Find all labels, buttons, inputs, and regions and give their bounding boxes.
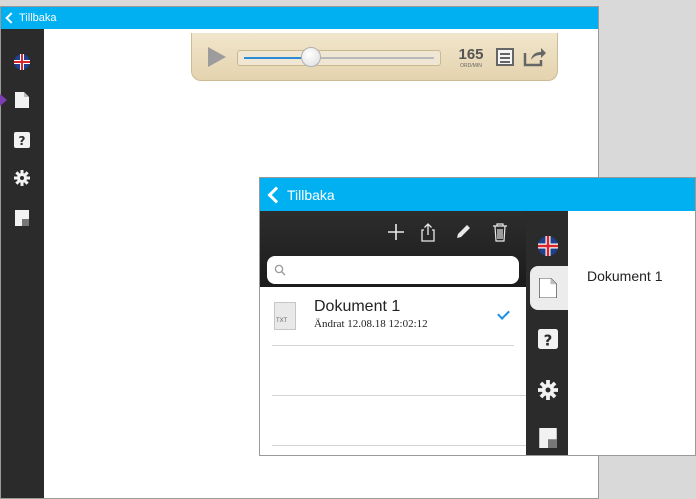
edit-pencil-icon[interactable]: [452, 221, 474, 243]
txt-file-icon: TXT: [274, 302, 296, 330]
add-icon[interactable]: [385, 221, 407, 243]
slider-knob[interactable]: [300, 47, 321, 67]
back-button[interactable]: Tillbaka: [267, 186, 335, 203]
foreground-window: Tillbaka TXT Dokument 1 Ändrat 12.08.18 …: [259, 177, 696, 456]
list-item[interactable]: TXT Dokument 1 Ändrat 12.08.18 12:02:12: [260, 290, 526, 346]
top-bar: Tillbaka: [1, 7, 598, 29]
file-type-label: TXT: [276, 318, 288, 324]
svg-text:?: ?: [19, 134, 26, 148]
window-icon[interactable]: [537, 427, 559, 449]
share-icon[interactable]: [523, 45, 547, 72]
document-icon[interactable]: [13, 91, 31, 109]
trash-icon[interactable]: [489, 221, 511, 243]
top-bar: Tillbaka: [260, 178, 695, 211]
chevron-left-icon: [267, 186, 285, 203]
selection-pointer: [0, 93, 7, 107]
side-rail: ?: [526, 211, 568, 455]
search-input[interactable]: [291, 259, 515, 283]
back-button[interactable]: Tillbaka: [5, 12, 57, 24]
documents-panel: TXT Dokument 1 Ändrat 12.08.18 12:02:12: [260, 211, 526, 455]
divider: [272, 345, 514, 346]
divider: [272, 445, 526, 446]
back-label: Tillbaka: [19, 12, 57, 24]
speed-unit: ORD/MIN: [460, 63, 482, 69]
gear-icon[interactable]: [13, 169, 31, 187]
documents-toolbar: [260, 211, 526, 287]
help-icon[interactable]: ?: [537, 328, 559, 350]
slider-rest: [310, 57, 434, 59]
list-icon[interactable]: [496, 48, 514, 66]
search-icon: [274, 263, 286, 281]
gear-icon[interactable]: [537, 379, 559, 401]
document-icon[interactable]: [537, 277, 559, 299]
play-icon[interactable]: [208, 47, 226, 67]
document-heading: Dokument 1: [587, 268, 663, 284]
uk-flag-icon[interactable]: [537, 235, 559, 257]
playback-bar: 165 ORD/MIN: [191, 33, 558, 81]
search-box: [267, 256, 519, 284]
document-modified: Ändrat 12.08.18 12:02:12: [314, 318, 428, 330]
uk-flag-icon[interactable]: [13, 53, 31, 71]
side-rail: ?: [1, 29, 44, 498]
svg-text:?: ?: [544, 331, 553, 349]
share-icon[interactable]: [417, 221, 439, 243]
help-icon[interactable]: ?: [13, 131, 31, 149]
document-title: Dokument 1: [314, 298, 401, 315]
window-icon[interactable]: [13, 209, 31, 227]
back-label: Tillbaka: [287, 186, 335, 203]
chevron-left-icon: [5, 12, 17, 24]
speed-value: 165: [458, 46, 484, 63]
checkmark-icon: [497, 307, 510, 320]
divider: [272, 395, 526, 396]
speed-slider[interactable]: [237, 47, 441, 67]
